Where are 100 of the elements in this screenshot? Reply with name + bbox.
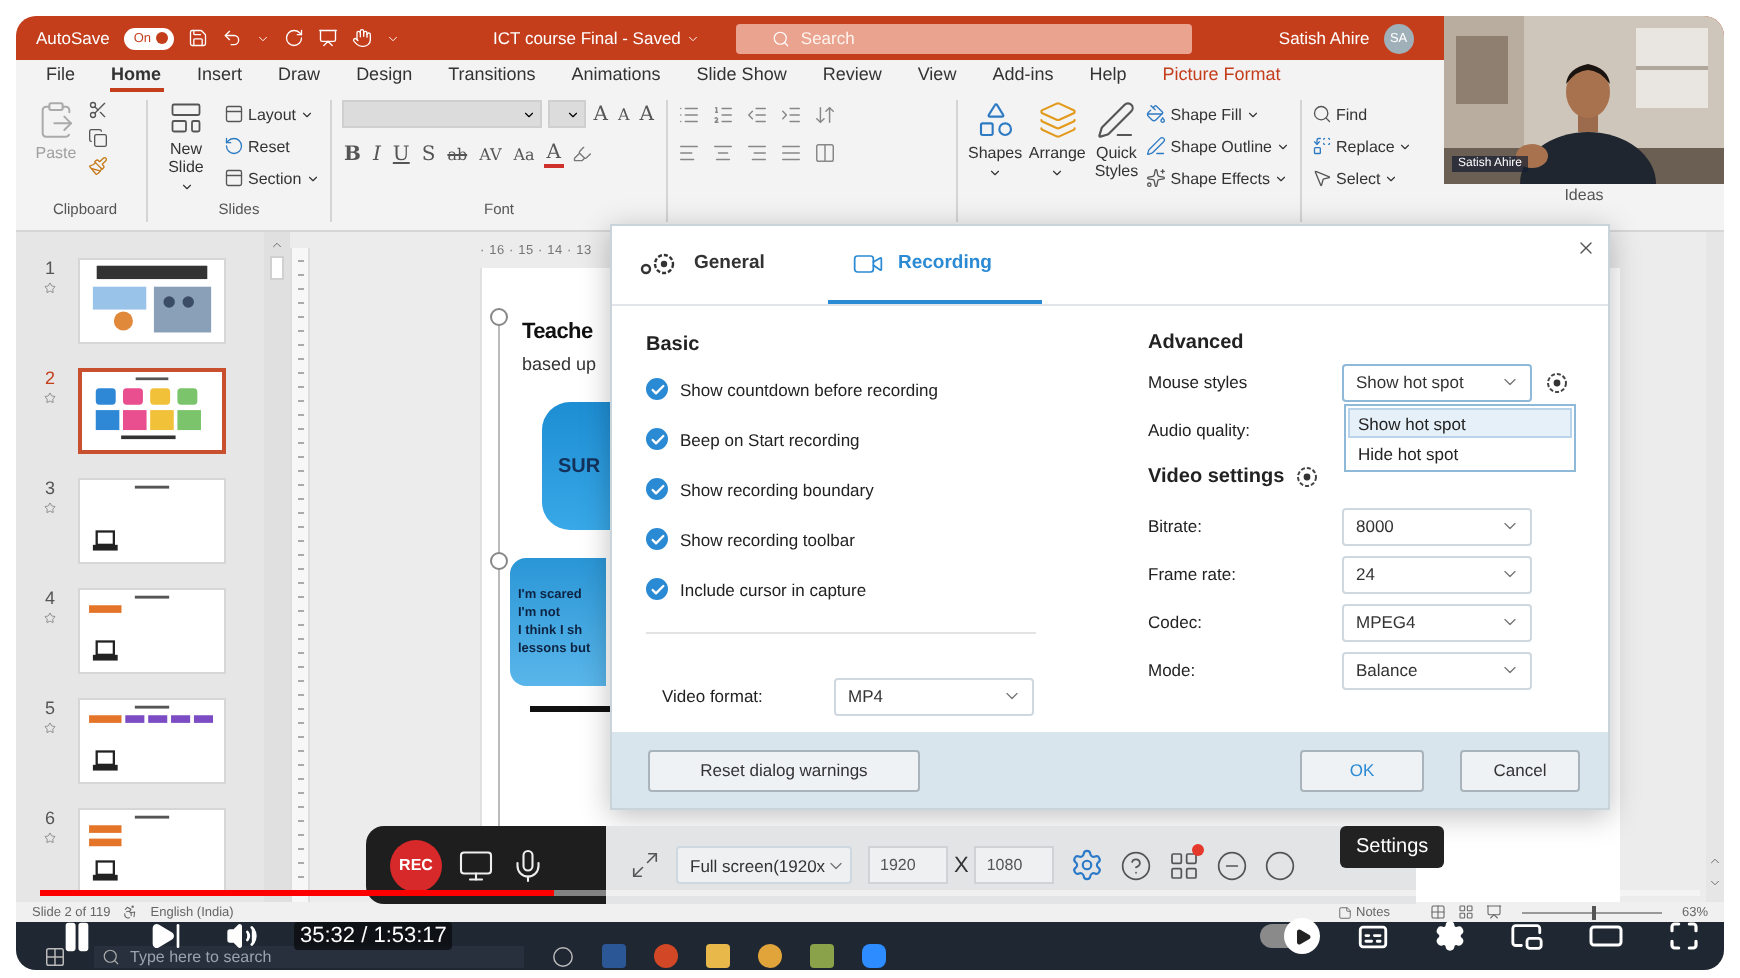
- font-format-button[interactable]: I: [370, 140, 383, 168]
- redo-icon[interactable]: [283, 28, 304, 48]
- zoom-slider-thumb[interactable]: [1591, 905, 1596, 919]
- document-title[interactable]: ICT course Final - Saved: [493, 28, 701, 48]
- outdent-icon[interactable]: [746, 104, 768, 126]
- search-field[interactable]: Search: [736, 23, 1193, 53]
- autoplay-toggle[interactable]: [1260, 924, 1316, 948]
- font-format-button[interactable]: A: [637, 100, 656, 128]
- ribbon-tab[interactable]: Add-ins: [990, 64, 1056, 92]
- selection-handle[interactable]: [490, 552, 508, 570]
- columns-icon[interactable]: [814, 142, 836, 164]
- dialog-tab[interactable]: Recording: [828, 226, 1042, 304]
- circle-icon[interactable]: [1264, 849, 1297, 881]
- replace-button[interactable]: Replace: [1312, 132, 1424, 160]
- undo-icon[interactable]: [221, 28, 242, 48]
- record-button[interactable]: REC: [390, 839, 442, 891]
- indent-icon[interactable]: [780, 104, 802, 126]
- checkbox[interactable]: [646, 478, 668, 500]
- justify-icon[interactable]: [780, 142, 802, 164]
- layout-button[interactable]: Layout: [224, 100, 320, 128]
- ribbon-tab[interactable]: Help: [1087, 64, 1129, 92]
- ribbon-tab[interactable]: Slide Show: [694, 64, 789, 92]
- checkbox[interactable]: [646, 378, 668, 400]
- microphone-icon[interactable]: [510, 847, 546, 883]
- highlighter-icon[interactable]: [571, 144, 592, 164]
- accessibility-icon[interactable]: [122, 904, 139, 920]
- ribbon-tab[interactable]: Insert: [195, 64, 245, 92]
- paintbrush-icon[interactable]: [88, 156, 108, 176]
- next-button[interactable]: [150, 920, 182, 952]
- mouse-styles-select[interactable]: Show hot spot: [1342, 363, 1532, 401]
- app-icon[interactable]: [654, 944, 678, 968]
- shape-effects-button[interactable]: Shape Effects: [1146, 164, 1290, 192]
- checkbox[interactable]: [646, 428, 668, 450]
- circle-icon[interactable]: [552, 946, 574, 968]
- font-format-button[interactable]: A: [591, 100, 610, 128]
- height-field[interactable]: 1080: [974, 846, 1055, 884]
- font-format-button[interactable]: A: [544, 140, 564, 168]
- option-checkbox[interactable]: Show countdown before recording: [646, 364, 1148, 414]
- scrollbar-thumb[interactable]: [270, 256, 284, 280]
- select-button[interactable]: Select: [1312, 164, 1424, 192]
- selection-handle[interactable]: [490, 308, 508, 326]
- slide-thumbnail[interactable]: [78, 368, 226, 454]
- taskbar-search-field[interactable]: Type here to search: [94, 946, 524, 968]
- dialog-tab[interactable]: General: [632, 226, 828, 304]
- setting-select[interactable]: MPEG4: [1342, 603, 1532, 641]
- monitor-icon[interactable]: [458, 847, 494, 883]
- ribbon-tab[interactable]: View: [915, 64, 959, 92]
- save-icon[interactable]: [187, 28, 208, 48]
- ribbon-tab[interactable]: File: [44, 64, 78, 92]
- help-icon[interactable]: [1120, 849, 1153, 881]
- font-format-button[interactable]: AV: [477, 140, 504, 168]
- windows-icon[interactable]: [44, 946, 66, 968]
- scissors-icon[interactable]: [88, 100, 108, 120]
- ribbon-tab[interactable]: Review: [820, 64, 884, 92]
- expand-icon[interactable]: [630, 850, 660, 880]
- minimize-icon[interactable]: [1216, 849, 1249, 881]
- settings-button[interactable]: [1434, 920, 1466, 952]
- capture-mode-select[interactable]: Full screen(1920x: [676, 846, 852, 884]
- ribbon-tab[interactable]: Transitions: [446, 64, 538, 92]
- ribbon-tab[interactable]: Design: [354, 64, 415, 92]
- copy-icon[interactable]: [88, 128, 108, 148]
- hand-icon[interactable]: [351, 28, 372, 48]
- app-icon[interactable]: [758, 944, 782, 968]
- shape-outline-button[interactable]: Shape Outline: [1146, 132, 1290, 160]
- width-field[interactable]: 1920: [868, 846, 948, 884]
- setting-select[interactable]: 24: [1342, 555, 1532, 593]
- font-format-button[interactable]: Aa: [511, 140, 537, 168]
- reset-button[interactable]: Reset: [224, 132, 320, 160]
- shape-fill-button[interactable]: Shape Fill: [1146, 100, 1290, 128]
- pause-button[interactable]: [60, 919, 94, 953]
- ribbon-tab[interactable]: Draw: [276, 64, 323, 92]
- option-checkbox[interactable]: Show recording toolbar: [646, 514, 1148, 564]
- scroll-up-icon[interactable]: [1708, 854, 1722, 868]
- font-format-button[interactable]: S: [419, 140, 438, 168]
- scroll-down-icon[interactable]: [1708, 876, 1722, 890]
- ribbon-tab[interactable]: Picture Format: [1160, 64, 1283, 92]
- presentation-icon[interactable]: [1485, 904, 1502, 920]
- caret-icon[interactable]: [385, 31, 400, 45]
- ideas-button[interactable]: Ideas: [1564, 186, 1604, 208]
- numbered-list-icon[interactable]: [712, 104, 734, 126]
- align-center-icon[interactable]: [712, 142, 734, 164]
- font-format-button[interactable]: B: [342, 140, 363, 168]
- font-name-field[interactable]: [342, 100, 542, 128]
- arrange-button[interactable]: Arrange: [1028, 100, 1087, 181]
- cancel-button[interactable]: Cancel: [1460, 749, 1580, 791]
- sorter-view-icon[interactable]: [1457, 904, 1474, 920]
- presentation-icon[interactable]: [317, 28, 338, 48]
- ribbon-tab[interactable]: Animations: [569, 64, 663, 92]
- miniplayer-button[interactable]: [1510, 919, 1544, 953]
- app-icon[interactable]: [862, 944, 886, 968]
- reset-warnings-button[interactable]: Reset dialog warnings: [648, 749, 920, 791]
- find-button[interactable]: Find: [1312, 100, 1424, 128]
- video-format-select[interactable]: MP4: [834, 677, 1034, 715]
- option-checkbox[interactable]: Beep on Start recording: [646, 414, 1148, 464]
- scroll-up-icon[interactable]: [270, 238, 284, 252]
- setting-select[interactable]: Balance: [1342, 651, 1532, 689]
- sort-icon[interactable]: [814, 104, 836, 126]
- font-format-button[interactable]: U: [390, 140, 412, 168]
- caret-icon[interactable]: [255, 31, 270, 45]
- fullscreen-button[interactable]: [1668, 920, 1700, 952]
